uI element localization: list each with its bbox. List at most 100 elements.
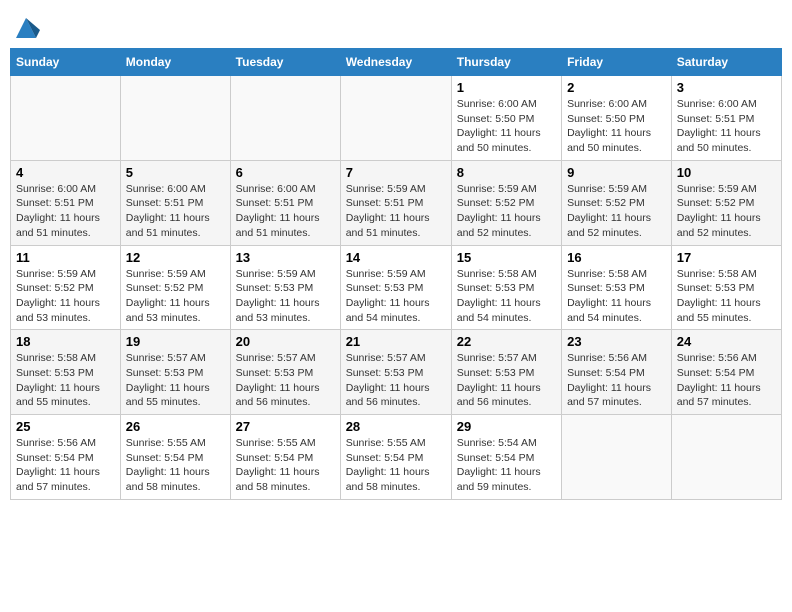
calendar-cell: 23Sunrise: 5:56 AM Sunset: 5:54 PM Dayli…	[562, 330, 672, 415]
day-info: Sunrise: 5:57 AM Sunset: 5:53 PM Dayligh…	[236, 351, 335, 410]
day-number: 24	[677, 334, 776, 349]
calendar-cell: 7 Sunrise: 5:59 AM Sunset: 5:51 PM Daylig…	[340, 160, 451, 245]
day-number: 28	[346, 419, 446, 434]
day-info: Sunrise: 5:56 AM Sunset: 5:54 PM Dayligh…	[16, 436, 115, 495]
calendar-cell: 15 Sunrise: 5:58 AM Sunset: 5:53 PM Dayli…	[451, 245, 561, 330]
day-info: Sunrise: 6:00 AM Sunset: 5:50 PM Dayligh…	[457, 97, 556, 156]
day-info: Sunrise: 5:58 AM Sunset: 5:53 PM Dayligh…	[457, 267, 556, 326]
calendar-cell	[120, 76, 230, 161]
day-info: Sunrise: 5:59 AM Sunset: 5:52 PM Dayligh…	[126, 267, 225, 326]
col-header-thursday: Thursday	[451, 49, 561, 76]
day-number: 11	[16, 250, 115, 265]
week-row-2: 4 Sunrise: 6:00 AM Sunset: 5:51 PM Daylig…	[11, 160, 782, 245]
calendar-cell: 13 Sunrise: 5:59 AM Sunset: 5:53 PM Dayli…	[230, 245, 340, 330]
day-info: Sunrise: 5:55 AM Sunset: 5:54 PM Dayligh…	[236, 436, 335, 495]
calendar-cell: 18 Sunrise: 5:58 AM Sunset: 5:53 PM Dayli…	[11, 330, 121, 415]
day-number: 2	[567, 80, 666, 95]
day-info: Sunrise: 5:58 AM Sunset: 5:53 PM Dayligh…	[677, 267, 776, 326]
calendar-cell: 22 Sunrise: 5:57 AM Sunset: 5:53 PM Dayli…	[451, 330, 561, 415]
calendar-cell: 8 Sunrise: 5:59 AM Sunset: 5:52 PM Daylig…	[451, 160, 561, 245]
week-row-3: 11 Sunrise: 5:59 AM Sunset: 5:52 PM Dayli…	[11, 245, 782, 330]
day-number: 19	[126, 334, 225, 349]
day-number: 3	[677, 80, 776, 95]
day-info: Sunrise: 5:55 AM Sunset: 5:54 PM Dayligh…	[346, 436, 446, 495]
calendar-cell: 4 Sunrise: 6:00 AM Sunset: 5:51 PM Daylig…	[11, 160, 121, 245]
calendar-cell: 29Sunrise: 5:54 AM Sunset: 5:54 PM Dayli…	[451, 415, 561, 500]
week-row-4: 18 Sunrise: 5:58 AM Sunset: 5:53 PM Dayli…	[11, 330, 782, 415]
calendar-cell: 11 Sunrise: 5:59 AM Sunset: 5:52 PM Dayli…	[11, 245, 121, 330]
day-info: Sunrise: 5:56 AM Sunset: 5:54 PM Dayligh…	[567, 351, 666, 410]
calendar-cell: 5Sunrise: 6:00 AM Sunset: 5:51 PM Daylig…	[120, 160, 230, 245]
day-number: 14	[346, 250, 446, 265]
calendar-cell: 1 Sunrise: 6:00 AM Sunset: 5:50 PM Daylig…	[451, 76, 561, 161]
calendar-cell: 27 Sunrise: 5:55 AM Sunset: 5:54 PM Dayli…	[230, 415, 340, 500]
day-info: Sunrise: 5:55 AM Sunset: 5:54 PM Dayligh…	[126, 436, 225, 495]
calendar-table: SundayMondayTuesdayWednesdayThursdayFrid…	[10, 48, 782, 500]
day-info: Sunrise: 5:59 AM Sunset: 5:52 PM Dayligh…	[567, 182, 666, 241]
day-number: 12	[126, 250, 225, 265]
calendar-cell: 28 Sunrise: 5:55 AM Sunset: 5:54 PM Dayli…	[340, 415, 451, 500]
day-number: 27	[236, 419, 335, 434]
day-info: Sunrise: 5:56 AM Sunset: 5:54 PM Dayligh…	[677, 351, 776, 410]
calendar-cell: 17 Sunrise: 5:58 AM Sunset: 5:53 PM Dayli…	[671, 245, 781, 330]
day-number: 1	[457, 80, 556, 95]
day-number: 17	[677, 250, 776, 265]
day-number: 26	[126, 419, 225, 434]
week-row-5: 25 Sunrise: 5:56 AM Sunset: 5:54 PM Dayli…	[11, 415, 782, 500]
calendar-header-row: SundayMondayTuesdayWednesdayThursdayFrid…	[11, 49, 782, 76]
day-number: 4	[16, 165, 115, 180]
day-info: Sunrise: 6:00 AM Sunset: 5:51 PM Dayligh…	[677, 97, 776, 156]
day-info: Sunrise: 5:59 AM Sunset: 5:51 PM Dayligh…	[346, 182, 446, 241]
calendar-cell: 3 Sunrise: 6:00 AM Sunset: 5:51 PM Daylig…	[671, 76, 781, 161]
day-number: 25	[16, 419, 115, 434]
day-info: Sunrise: 6:00 AM Sunset: 5:51 PM Dayligh…	[16, 182, 115, 241]
calendar-cell	[671, 415, 781, 500]
day-info: Sunrise: 5:57 AM Sunset: 5:53 PM Dayligh…	[457, 351, 556, 410]
col-header-sunday: Sunday	[11, 49, 121, 76]
day-number: 18	[16, 334, 115, 349]
calendar-cell	[562, 415, 672, 500]
col-header-wednesday: Wednesday	[340, 49, 451, 76]
day-number: 7	[346, 165, 446, 180]
day-number: 13	[236, 250, 335, 265]
day-info: Sunrise: 6:00 AM Sunset: 5:50 PM Dayligh…	[567, 97, 666, 156]
calendar-cell: 6 Sunrise: 6:00 AM Sunset: 5:51 PM Daylig…	[230, 160, 340, 245]
day-number: 16	[567, 250, 666, 265]
calendar-cell: 20Sunrise: 5:57 AM Sunset: 5:53 PM Dayli…	[230, 330, 340, 415]
day-info: Sunrise: 5:59 AM Sunset: 5:53 PM Dayligh…	[346, 267, 446, 326]
day-info: Sunrise: 6:00 AM Sunset: 5:51 PM Dayligh…	[236, 182, 335, 241]
day-number: 9	[567, 165, 666, 180]
calendar-cell: 24 Sunrise: 5:56 AM Sunset: 5:54 PM Dayli…	[671, 330, 781, 415]
col-header-tuesday: Tuesday	[230, 49, 340, 76]
calendar-cell: 21 Sunrise: 5:57 AM Sunset: 5:53 PM Dayli…	[340, 330, 451, 415]
day-number: 6	[236, 165, 335, 180]
page-header	[10, 10, 782, 42]
day-info: Sunrise: 5:58 AM Sunset: 5:53 PM Dayligh…	[567, 267, 666, 326]
calendar-cell	[230, 76, 340, 161]
day-number: 21	[346, 334, 446, 349]
day-info: Sunrise: 5:59 AM Sunset: 5:52 PM Dayligh…	[457, 182, 556, 241]
day-number: 15	[457, 250, 556, 265]
calendar-cell: 2 Sunrise: 6:00 AM Sunset: 5:50 PM Daylig…	[562, 76, 672, 161]
day-info: Sunrise: 5:57 AM Sunset: 5:53 PM Dayligh…	[126, 351, 225, 410]
day-info: Sunrise: 5:57 AM Sunset: 5:53 PM Dayligh…	[346, 351, 446, 410]
calendar-cell: 12 Sunrise: 5:59 AM Sunset: 5:52 PM Dayli…	[120, 245, 230, 330]
calendar-cell: 25 Sunrise: 5:56 AM Sunset: 5:54 PM Dayli…	[11, 415, 121, 500]
day-number: 8	[457, 165, 556, 180]
day-info: Sunrise: 5:59 AM Sunset: 5:53 PM Dayligh…	[236, 267, 335, 326]
calendar-cell: 14 Sunrise: 5:59 AM Sunset: 5:53 PM Dayli…	[340, 245, 451, 330]
col-header-friday: Friday	[562, 49, 672, 76]
col-header-saturday: Saturday	[671, 49, 781, 76]
calendar-cell: 10Sunrise: 5:59 AM Sunset: 5:52 PM Dayli…	[671, 160, 781, 245]
calendar-cell: 19 Sunrise: 5:57 AM Sunset: 5:53 PM Dayli…	[120, 330, 230, 415]
day-info: Sunrise: 5:59 AM Sunset: 5:52 PM Dayligh…	[16, 267, 115, 326]
day-info: Sunrise: 5:54 AM Sunset: 5:54 PM Dayligh…	[457, 436, 556, 495]
day-number: 22	[457, 334, 556, 349]
week-row-1: 1 Sunrise: 6:00 AM Sunset: 5:50 PM Daylig…	[11, 76, 782, 161]
calendar-cell	[340, 76, 451, 161]
logo-icon	[12, 14, 40, 42]
calendar-cell: 26 Sunrise: 5:55 AM Sunset: 5:54 PM Dayli…	[120, 415, 230, 500]
logo	[10, 14, 40, 42]
day-info: Sunrise: 5:58 AM Sunset: 5:53 PM Dayligh…	[16, 351, 115, 410]
calendar-cell	[11, 76, 121, 161]
